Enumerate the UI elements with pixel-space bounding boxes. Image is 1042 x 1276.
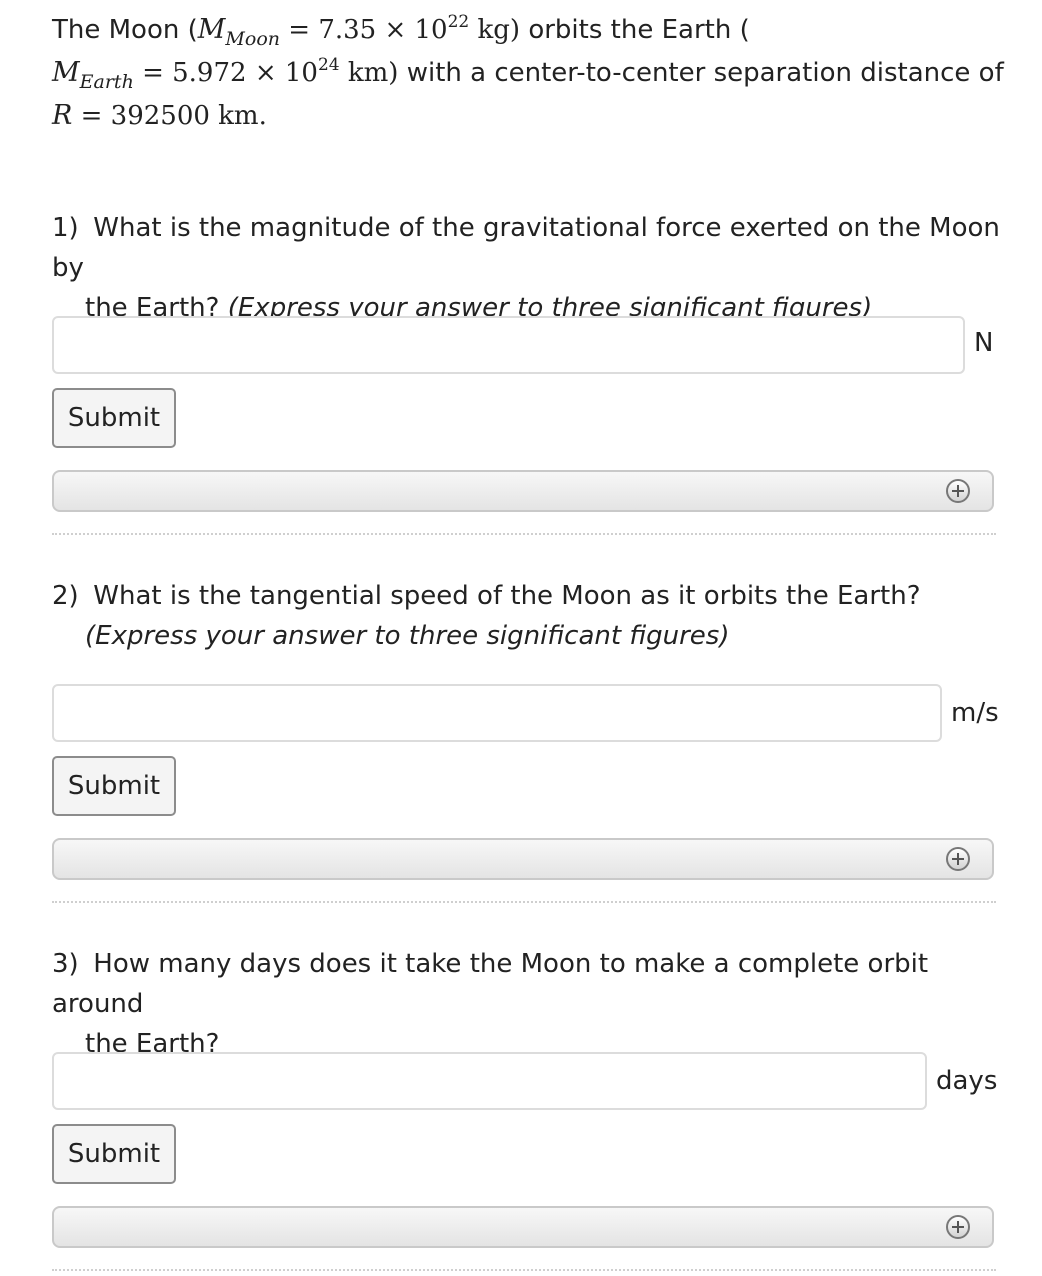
unit-label-1: N (974, 328, 994, 358)
plus-circle-icon[interactable] (946, 847, 970, 871)
hint-bar-2[interactable] (52, 838, 994, 880)
answer-input-2[interactable] (52, 684, 942, 742)
unit-label-3: days (936, 1066, 998, 1096)
intro-line-3: R = 392500 km. (52, 100, 267, 131)
hint-bar-3[interactable] (52, 1206, 994, 1248)
submit-button-1[interactable]: Submit (52, 388, 176, 448)
problem-statement: The Moon (MMoon = 7.35 × 1022 kg) orbits… (52, 10, 1012, 136)
question-number: 1) (52, 213, 79, 243)
plus-circle-icon[interactable] (946, 1215, 970, 1239)
submit-button-3[interactable]: Submit (52, 1124, 176, 1184)
hint-bar-1[interactable] (52, 470, 994, 512)
intro-line-1: The Moon (MMoon = 7.35 × 1022 kg) orbits… (52, 12, 750, 50)
plus-circle-icon[interactable] (946, 479, 970, 503)
submit-button-2[interactable]: Submit (52, 756, 176, 816)
question-number: 2) (52, 581, 79, 611)
intro-line-2: MEarth = 5.972 × 1024 km) with a center-… (52, 55, 1004, 93)
answer-input-1[interactable] (52, 316, 965, 374)
divider (52, 901, 996, 903)
question-text: How many days does it take the Moon to m… (52, 949, 929, 1019)
question-1: 1) What is the magnitude of the gravitat… (52, 208, 1002, 328)
question-2: 2) What is the tangential speed of the M… (52, 576, 1002, 656)
unit-label-2: m/s (951, 698, 999, 728)
question-number: 3) (52, 949, 79, 979)
question-text: What is the tangential speed of the Moon… (93, 581, 921, 611)
answer-input-3[interactable] (52, 1052, 927, 1110)
divider (52, 1269, 996, 1271)
question-note: (Express your answer to three significan… (85, 621, 730, 651)
question-3: 3) How many days does it take the Moon t… (52, 944, 1002, 1064)
question-text: What is the magnitude of the gravitation… (52, 213, 1000, 283)
divider (52, 533, 996, 535)
